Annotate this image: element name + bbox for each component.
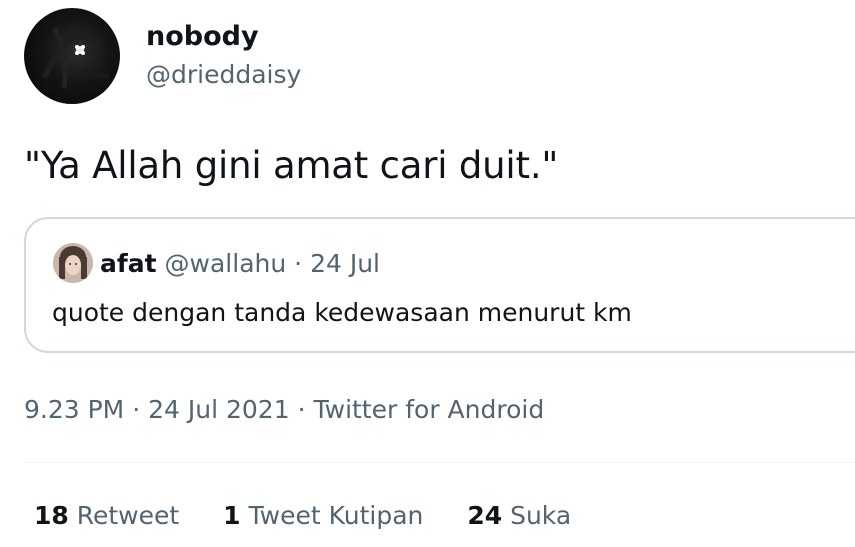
tweet-source[interactable]: Twitter for Android (313, 395, 544, 424)
quoted-tweet-date[interactable]: 24 Jul (310, 249, 380, 278)
author-avatar[interactable] (24, 8, 120, 104)
stat-number: 24 (467, 501, 503, 530)
meta-separator: · (297, 395, 306, 424)
quoted-separator: · (294, 249, 303, 278)
stat-label: Tweet Kutipan (248, 501, 424, 530)
author-display-name[interactable]: nobody (146, 20, 259, 54)
stats-divider (24, 462, 855, 463)
quoted-tweet-text: quote dengan tanda kedewasaan menurut km (52, 298, 632, 327)
quote-tweet-count[interactable]: 1 Tweet Kutipan (223, 499, 423, 533)
stat-label: Retweet (76, 501, 180, 530)
quoted-tweet-header: afat @wallahu · 24 Jul (100, 247, 380, 281)
tweet-text: "Ya Allah gini amat cari duit." (24, 144, 559, 187)
like-count[interactable]: 24 Suka (467, 499, 571, 533)
author-handle[interactable]: @drieddaisy (146, 58, 301, 92)
quoted-author-avatar[interactable] (53, 243, 93, 283)
retweet-count[interactable]: 18 Retweet (34, 499, 179, 533)
quoted-author-name[interactable]: afat (100, 249, 157, 278)
tweet-stats: 18 Retweet 1 Tweet Kutipan 24 Suka (34, 499, 607, 533)
tweet-date[interactable]: 24 Jul 2021 (148, 395, 290, 424)
stat-label: Suka (510, 501, 572, 530)
meta-separator: · (132, 395, 141, 424)
stat-number: 18 (34, 501, 69, 530)
person-avatar-icon (53, 243, 93, 283)
flower-silhouette-icon (41, 26, 110, 89)
stat-number: 1 (223, 501, 241, 530)
tweet-meta: 9.23 PM · 24 Jul 2021 · Twitter for Andr… (24, 393, 544, 427)
quoted-author-handle[interactable]: @wallahu (165, 249, 287, 278)
tweet-time[interactable]: 9.23 PM (24, 395, 124, 424)
quoted-tweet-card[interactable]: afat @wallahu · 24 Jul quote dengan tand… (24, 217, 855, 353)
